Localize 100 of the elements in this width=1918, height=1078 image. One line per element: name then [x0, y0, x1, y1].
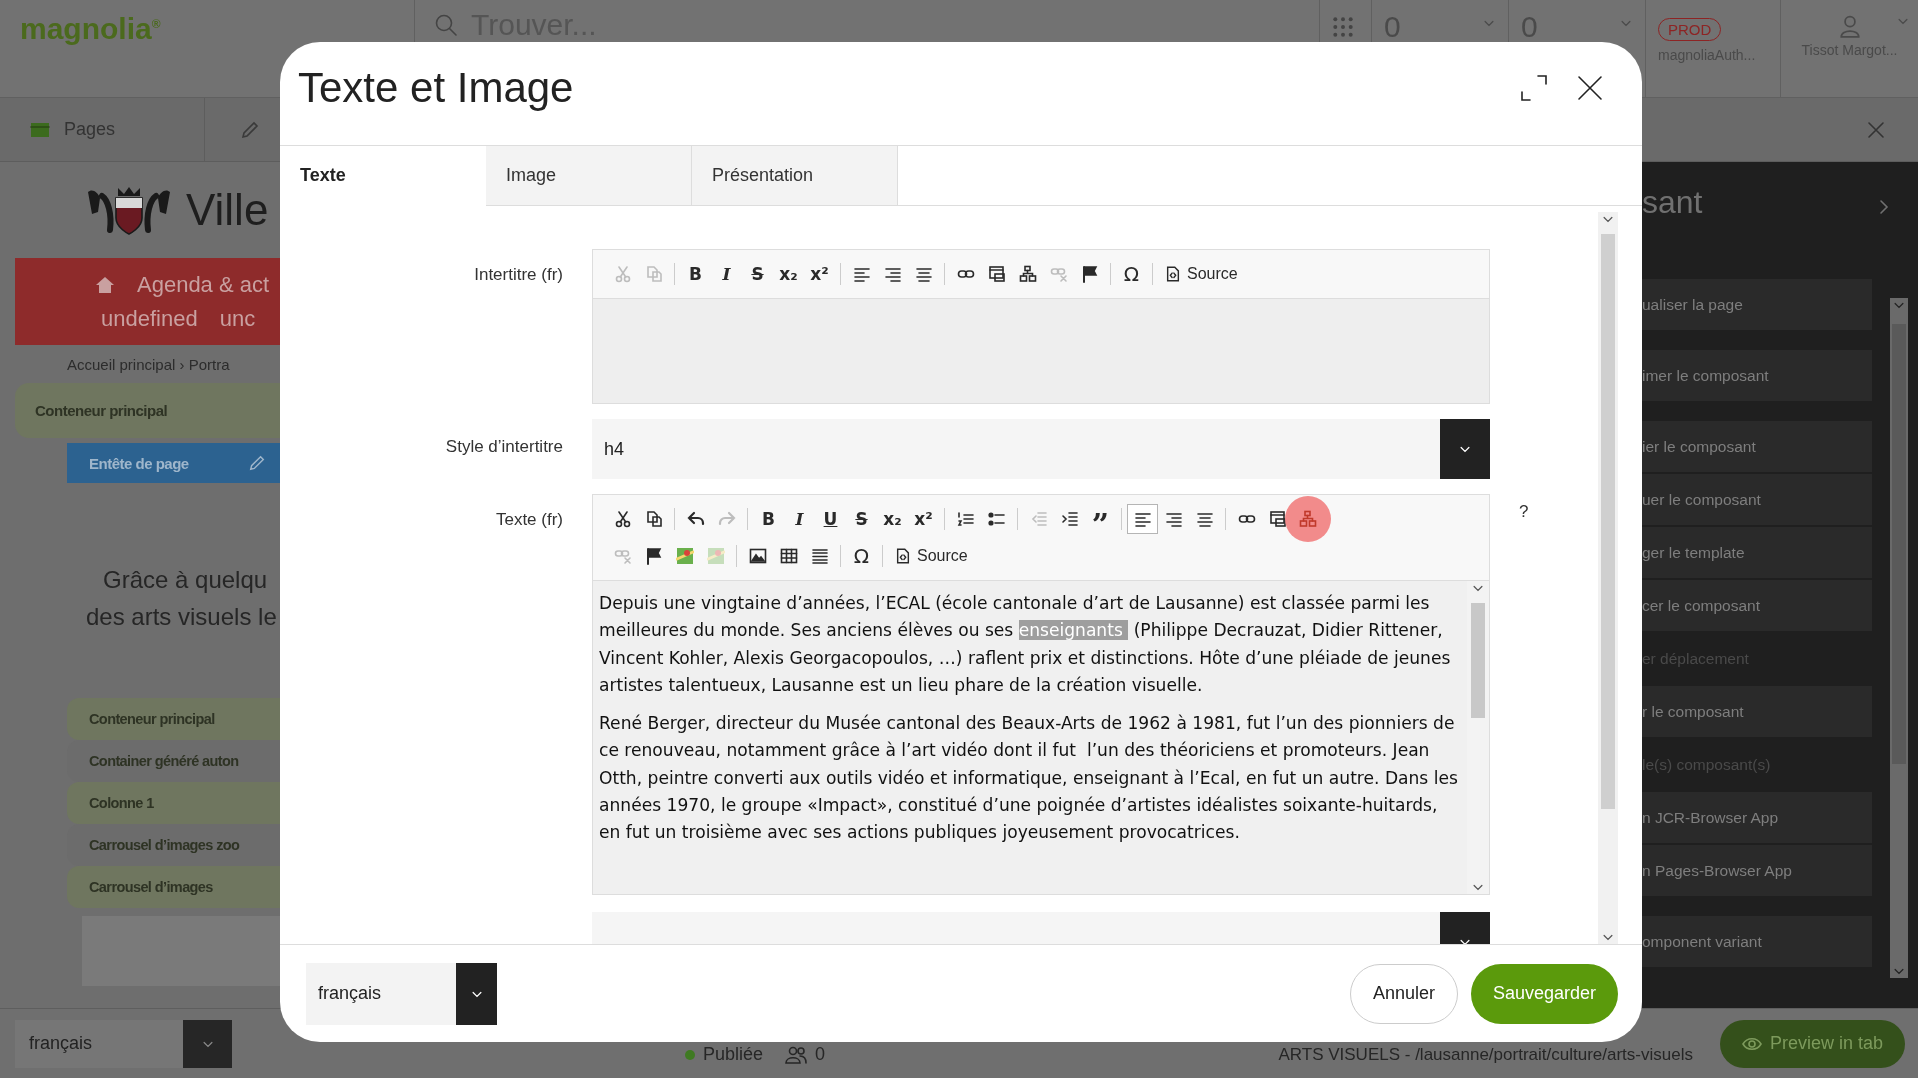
expand-icon	[1520, 73, 1548, 102]
copy-icon	[644, 265, 663, 283]
align-right-icon	[883, 265, 902, 283]
breadcrumb[interactable]: Accueil principal › Portra	[0, 345, 280, 383]
action-item[interactable]: ualiser la page	[1642, 279, 1872, 330]
intro-text: Grâce à quelqu	[102, 565, 269, 595]
tab[interactable]: Présentation	[692, 146, 898, 206]
indent-icon	[1060, 510, 1079, 528]
window-icon	[987, 265, 1006, 283]
bulleted-list-icon	[987, 510, 1006, 528]
action-item[interactable]: n Pages-Browser App	[1642, 845, 1872, 896]
flag-icon	[1080, 265, 1099, 283]
align-left-icon	[1133, 510, 1152, 528]
map-icon	[675, 547, 694, 565]
action-item[interactable]: uer le composant	[1642, 474, 1872, 525]
nav-link[interactable]: undefined	[101, 305, 198, 332]
code-document-icon	[1165, 265, 1181, 283]
component-bar[interactable]: Carrousel d’images	[67, 866, 280, 908]
area-bar[interactable]: Conteneur principal	[15, 383, 280, 438]
grid-dots-icon	[1332, 16, 1354, 38]
status-dot	[685, 1049, 695, 1060]
bold-button[interactable]: B	[680, 259, 711, 289]
nodes-icon	[1299, 510, 1317, 528]
component-label: Entête de page	[89, 454, 189, 472]
search-icon	[433, 12, 459, 38]
nodes-icon	[1018, 265, 1037, 283]
superscript-button[interactable]: x²	[804, 259, 835, 289]
broken-link-icon	[613, 547, 632, 565]
tab[interactable]: Image	[486, 146, 692, 206]
action-item[interactable]: n JCR-Browser App	[1642, 792, 1872, 843]
pencil-icon	[248, 454, 266, 472]
panel-title: sant	[1642, 184, 1704, 222]
window-icon	[1268, 510, 1287, 528]
action-item[interactable]: ger le template	[1642, 527, 1872, 578]
action-item[interactable]: ier le composant	[1642, 421, 1872, 472]
select-field[interactable]: h4	[592, 419, 1490, 479]
user-count: 0	[815, 1044, 826, 1065]
field-label: Style d’intertitre	[444, 436, 563, 458]
close-icon	[1866, 119, 1886, 140]
scrollbar[interactable]	[1890, 298, 1908, 978]
paragraph: René Berger, directeur du Musée cantonal des Beaux-Arts de 1962 à 1981, fut l’un des pionniers de ce renouveau, notamment grâce à l’art vidéo dont il fut l’un des théoriciens et promoteurs. Jean Otth, peintre converti aux outils vidéo et informatique, enseignant à l’Ecal, en fut un autre. Dans les années 1970, le groupe «Impact», constitué d’une poignée d’artistes idéalistes soixante-huitards, en fut un troisième avec ses actions publiques joyeusement provocatrices.	[599, 712, 1459, 845]
help-icon[interactable]: ?	[1519, 494, 1559, 895]
align-center-icon	[1195, 510, 1214, 528]
broken-link-icon	[1049, 265, 1068, 283]
component-bar[interactable]: Colonne 1	[67, 782, 280, 824]
scrollbar[interactable]	[1598, 212, 1618, 944]
action-item[interactable]: imer le composant	[1642, 350, 1872, 401]
page-path: ARTS VISUELS - /lausanne/portrait/culture/arts-visuels	[1278, 1044, 1693, 1065]
special-character-button[interactable]: Ω	[1116, 259, 1147, 289]
user-icon	[1837, 14, 1862, 38]
scissors-icon	[613, 510, 632, 528]
language-select[interactable]: français	[306, 962, 497, 1025]
component-bar[interactable]: Entête de page	[67, 443, 280, 483]
save-button[interactable]: Sauvegarder	[1470, 963, 1618, 1024]
scrollbar-thumb[interactable]	[1601, 234, 1615, 809]
horizontal-lines-icon	[810, 547, 829, 565]
app-tab[interactable]: Pages	[0, 98, 205, 161]
bold-button[interactable]: B	[753, 504, 784, 534]
nav-link[interactable]: Agenda & act	[137, 271, 270, 298]
table-icon	[779, 547, 798, 565]
copy-icon	[644, 510, 663, 528]
numbered-list-icon	[956, 510, 975, 528]
underline-button[interactable]: U	[815, 504, 846, 534]
cancel-button[interactable]: Annuler	[1349, 963, 1458, 1024]
align-center-icon	[914, 265, 933, 283]
subscript-button[interactable]: x₂	[773, 259, 804, 289]
image-icon	[748, 547, 767, 565]
action-item[interactable]: omponent variant	[1642, 916, 1872, 967]
preview-button[interactable]: Preview in tab	[1719, 1019, 1905, 1068]
users-icon	[785, 1044, 808, 1065]
source-button[interactable]: Source	[888, 541, 975, 571]
align-left-button[interactable]	[1127, 504, 1158, 534]
source-button[interactable]: Source	[1158, 259, 1245, 289]
map-icon	[706, 547, 725, 565]
intro-text: des arts visuels le	[86, 602, 278, 632]
field-label: Texte (fr)	[494, 509, 563, 531]
redo-arrow-icon	[717, 510, 736, 528]
action-item[interactable]: cer le composant	[1642, 580, 1872, 631]
italic-button[interactable]: I	[784, 504, 815, 534]
italic-button[interactable]: I	[711, 259, 742, 289]
superscript-button[interactable]: x²	[908, 504, 939, 534]
component-bar[interactable]: Conteneur principal	[67, 698, 280, 740]
align-left-icon	[852, 265, 871, 283]
strikethrough-button[interactable]: S	[846, 504, 877, 534]
outdent-icon	[1029, 510, 1048, 528]
scrollbar-thumb[interactable]	[1471, 603, 1485, 718]
special-character-button[interactable]: Ω	[846, 541, 877, 571]
undo-arrow-icon	[686, 510, 705, 528]
subscript-button[interactable]: x₂	[877, 504, 908, 534]
flag-icon	[644, 547, 663, 565]
nav-link[interactable]: unc	[219, 305, 256, 332]
blockquote-button[interactable]: ”	[1085, 504, 1116, 534]
strikethrough-button[interactable]: S	[742, 259, 773, 289]
close-icon	[1576, 73, 1604, 102]
action-item[interactable]: r le composant	[1642, 686, 1872, 737]
language-select[interactable]: français	[15, 1019, 232, 1068]
site-name: Ville	[186, 185, 269, 235]
code-document-icon	[895, 547, 911, 565]
paragraph: Depuis une vingtaine d’années, l’ECAL (école cantonale d’art de Lausanne) est classée parmi les meilleures du monde. Ses anciens élèves ou ses enseignants (Philippe Decrauzat, Didier Rittener, Vincent Kohler, Alexis Georgacopoulos, …) raflent prix et distinctions. Hôte d’une pléiade de jeunes artistes talentueux, Lausanne est un lieu phare de la création visuelle.	[599, 592, 1452, 697]
align-right-icon	[1164, 510, 1183, 528]
